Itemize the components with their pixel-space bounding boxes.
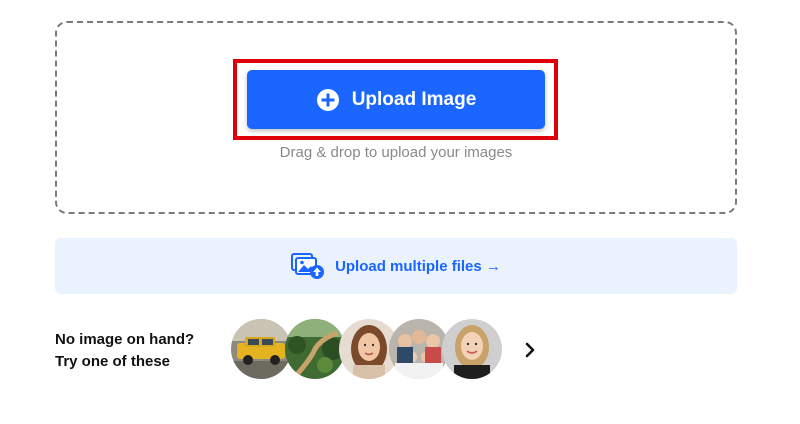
sample-thumbnail-smiling-woman[interactable] xyxy=(442,319,502,379)
sample-thumbnail-landscape[interactable] xyxy=(285,319,345,379)
drag-drop-hint: Drag & drop to upload your images xyxy=(279,144,513,161)
upload-multiple-files-label: Upload multiple files → xyxy=(335,257,501,275)
sample-thumbnail-family[interactable] xyxy=(389,319,449,379)
upload-page: Upload Image Drag & drop to upload your … xyxy=(0,0,800,424)
sample-prompt-line-2: Try one of these xyxy=(55,353,171,370)
upload-image-button[interactable]: Upload Image xyxy=(247,70,545,129)
sample-thumbnail-car[interactable] xyxy=(231,319,291,379)
sample-images-prompt: No image on hand? Try one of these xyxy=(55,329,194,373)
upload-image-label: Upload Image xyxy=(351,88,477,110)
chevron-right-icon[interactable] xyxy=(518,338,542,362)
sample-prompt-line-1: No image on hand? xyxy=(55,331,195,348)
upload-multiple-files-link[interactable]: Upload multiple files → xyxy=(55,238,737,294)
plus-circle-icon xyxy=(316,88,340,112)
images-upload-icon xyxy=(291,252,325,280)
